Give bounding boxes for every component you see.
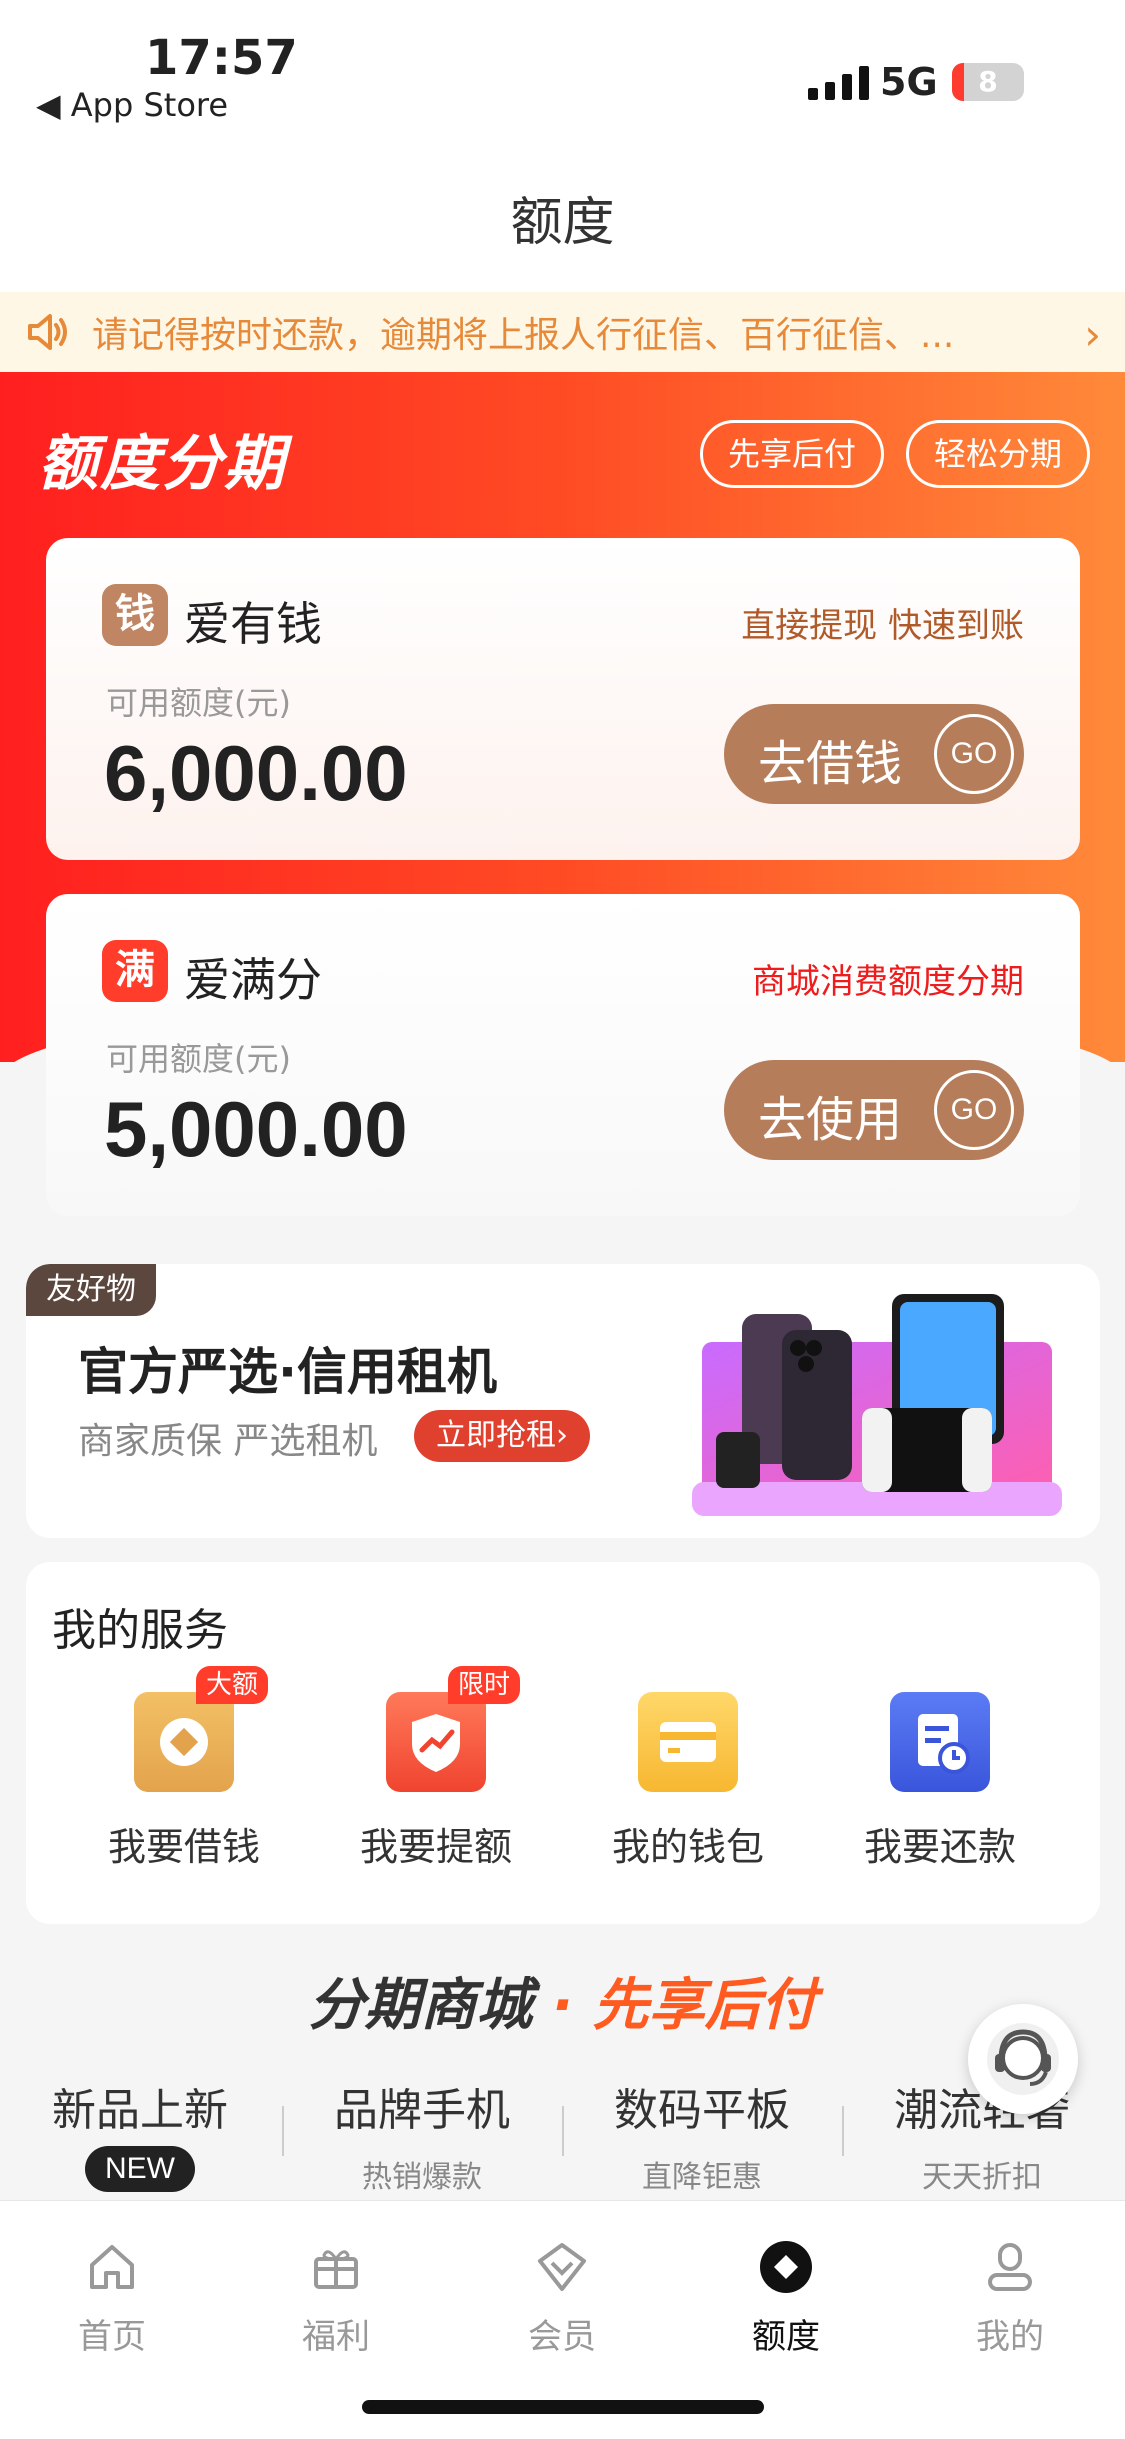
- category-label: 新品上新: [52, 2085, 228, 2136]
- category-label: 数码平板: [614, 2085, 790, 2136]
- available-amount: 6,000.00: [104, 729, 408, 817]
- divider: [562, 2106, 564, 2156]
- home-icon: [90, 2245, 134, 2289]
- service-wallet[interactable]: 我的钱包: [588, 1692, 788, 1871]
- mall-title: 分期商城 · 先享后付: [308, 1973, 817, 2038]
- tab-membership[interactable]: 会员: [482, 2237, 642, 2358]
- headset-icon: [987, 2023, 1059, 2095]
- raise-limit-icon: 限时: [386, 1666, 520, 1792]
- network-label: 5G: [880, 60, 938, 104]
- tab-label: 福利: [302, 2317, 370, 2357]
- hero-title: 额度分期: [38, 429, 286, 499]
- category-sub: 直降钜惠: [642, 2160, 762, 2195]
- card-tagline: 直接提现 快速到账: [741, 606, 1024, 646]
- page-title: 额度: [510, 193, 615, 253]
- notice-text: 请记得按时还款，逾期将上报人行征信、百行征信、...: [92, 315, 955, 356]
- battery-level: 8: [978, 65, 998, 98]
- service-label: 我的钱包: [611, 1825, 764, 1869]
- available-limit-label: 可用额度(元): [106, 684, 291, 722]
- devices-illustration: [692, 1294, 1062, 1516]
- card-name: 爱满分: [184, 953, 322, 1007]
- go-icon: GO: [934, 1070, 1014, 1150]
- quota-icon: [760, 2241, 812, 2293]
- service-label: 我要借钱: [107, 1825, 260, 1869]
- notice-bar[interactable]: 请记得按时还款，逾期将上报人行征信、百行征信、... ›: [0, 292, 1125, 372]
- gift-icon: [314, 2250, 358, 2289]
- tab-label: 首页: [78, 2317, 146, 2357]
- tab-benefits[interactable]: 福利: [256, 2237, 416, 2358]
- service-tag: 大额: [195, 1666, 268, 1704]
- tab-quota[interactable]: 额度: [706, 2237, 866, 2358]
- customer-service-button[interactable]: [968, 2004, 1078, 2114]
- promo-subtitle: 商家质保 严选租机: [78, 1421, 378, 1462]
- tab-label: 额度: [752, 2317, 820, 2357]
- status-bar: 17:57 ◀ App Store 5G 8: [0, 0, 1125, 140]
- service-borrow[interactable]: 大额 我要借钱: [84, 1666, 284, 1871]
- service-tag: 限时: [447, 1666, 520, 1704]
- shopping-credit-card: 满 爱满分 商城消费额度分期 可用额度(元) 5,000.00 去使用 GO: [46, 894, 1080, 1216]
- service-repay[interactable]: 我要还款: [840, 1692, 1040, 1871]
- back-to-app-store[interactable]: ◀ App Store: [36, 86, 228, 124]
- status-time: 17:57: [145, 30, 298, 86]
- go-icon: GO: [934, 714, 1014, 794]
- profile-icon: [988, 2243, 1032, 2291]
- grab-rental-button[interactable]: 立即抢租›: [414, 1410, 590, 1462]
- tab-profile[interactable]: 我的: [930, 2237, 1090, 2358]
- available-amount: 5,000.00: [104, 1085, 408, 1173]
- borrow-button[interactable]: 去借钱 GO: [724, 704, 1024, 804]
- card-name: 爱有钱: [184, 597, 322, 651]
- tab-label: 会员: [528, 2317, 596, 2357]
- chevron-right-icon: ›: [1084, 310, 1101, 359]
- home-indicator: [362, 2400, 764, 2414]
- new-badge: NEW: [85, 2146, 195, 2192]
- service-raise-limit[interactable]: 限时 我要提额: [336, 1666, 536, 1871]
- borrow-icon: 大额: [134, 1666, 268, 1792]
- divider: [282, 2106, 284, 2156]
- use-button[interactable]: 去使用 GO: [724, 1060, 1024, 1160]
- category-brand-phones[interactable]: 品牌手机 热销爆款: [292, 2074, 552, 2196]
- nav-bar: 额度: [0, 140, 1125, 292]
- signal-icon: [808, 66, 869, 100]
- loan-card: 钱 爱有钱 直接提现 快速到账 可用额度(元) 6,000.00 去借钱 GO: [46, 538, 1080, 860]
- tab-label: 我的: [976, 2317, 1044, 2357]
- diamond-icon: [538, 2243, 586, 2291]
- divider: [842, 2106, 844, 2156]
- speaker-icon: [28, 314, 67, 350]
- wallet-icon: [638, 1692, 738, 1792]
- easy-installment-pill[interactable]: 轻松分期: [906, 420, 1090, 488]
- category-sub: 天天折扣: [922, 2160, 1042, 2195]
- category-sub: 热销爆款: [362, 2160, 482, 2195]
- category-digital-tablets[interactable]: 数码平板 直降钜惠: [572, 2074, 832, 2196]
- card-tagline: 商城消费额度分期: [752, 962, 1024, 1002]
- aimanfen-logo: 满: [102, 940, 168, 1002]
- service-label: 我要提额: [359, 1825, 512, 1869]
- services-title: 我的服务: [52, 1605, 228, 1656]
- category-new-arrivals[interactable]: 新品上新 NEW: [10, 2074, 270, 2192]
- pay-later-pill[interactable]: 先享后付: [700, 420, 884, 488]
- use-button-label: 去使用: [758, 1092, 903, 1148]
- tab-home[interactable]: 首页: [32, 2237, 192, 2358]
- promo-badge: 友好物: [26, 1264, 156, 1316]
- service-label: 我要还款: [863, 1825, 1016, 1869]
- my-services-panel: 我的服务 大额 我要借钱 限时 我要提额 我的钱包 我要还款: [26, 1562, 1100, 1924]
- available-limit-label: 可用额度(元): [106, 1040, 291, 1078]
- aiyouqian-logo: 钱: [102, 584, 168, 646]
- category-label: 品牌手机: [334, 2085, 510, 2136]
- battery-icon: 8: [952, 63, 1024, 101]
- borrow-button-label: 去借钱: [758, 736, 903, 792]
- rental-promo-banner[interactable]: 友好物 官方严选·信用租机 商家质保 严选租机 立即抢租›: [26, 1264, 1100, 1538]
- promo-title: 官方严选·信用租机: [78, 1343, 497, 1401]
- repay-icon: [890, 1692, 990, 1792]
